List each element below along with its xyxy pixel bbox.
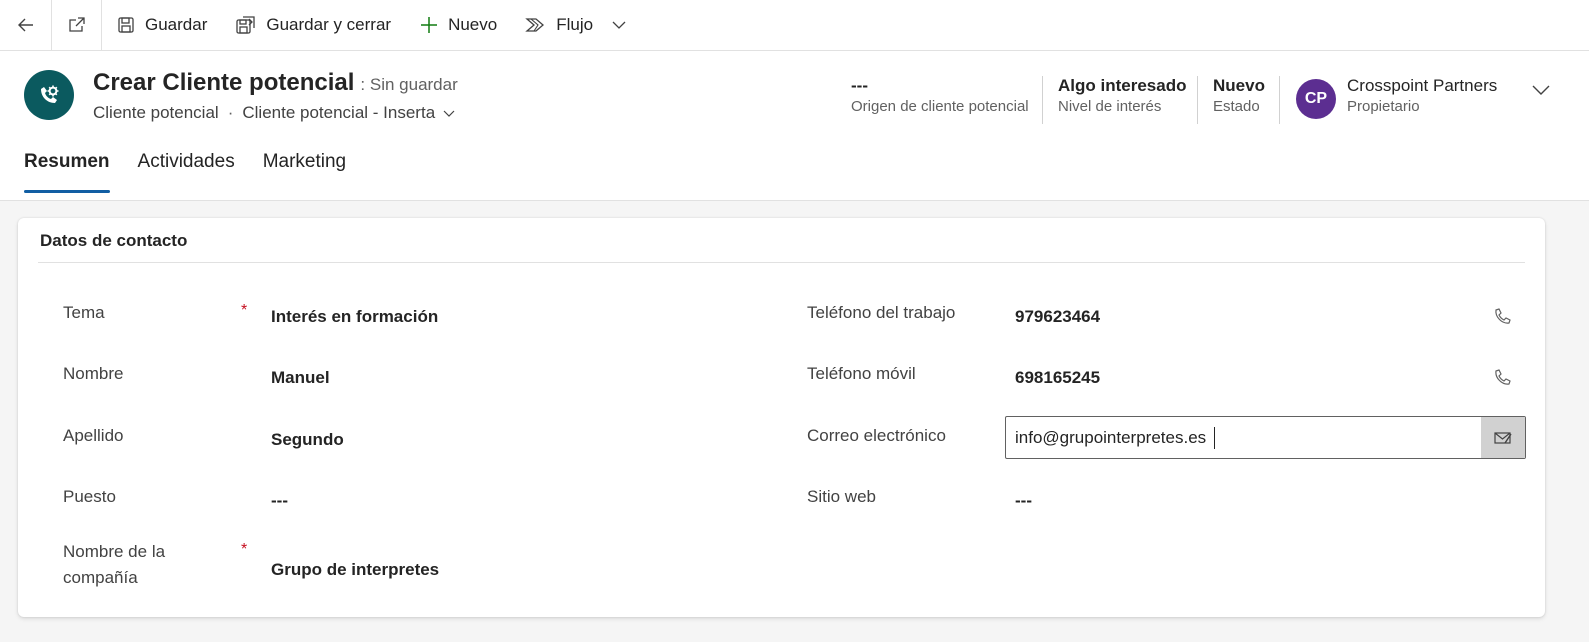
flow-icon	[525, 18, 545, 32]
title-row: Crear Cliente potencial : Sin guardar	[93, 69, 458, 97]
owner-label: Propietario	[1347, 98, 1420, 115]
send-email-button[interactable]	[1481, 417, 1525, 458]
interest-level-label: Nivel de interés	[1058, 98, 1162, 115]
status-label: Estado	[1213, 98, 1260, 115]
tab-marketing[interactable]: Marketing	[263, 151, 346, 193]
last-name-label: Apellido	[63, 426, 124, 445]
email-label: Correo electrónico	[807, 426, 946, 445]
new-label: Nuevo	[448, 15, 498, 34]
owner-link[interactable]: Crosspoint Partners	[1347, 75, 1497, 97]
save-and-close-label: Guardar y cerrar	[266, 15, 392, 34]
topic-label: Tema	[63, 303, 105, 322]
status-value: Nuevo	[1213, 76, 1265, 95]
text-caret	[1214, 427, 1215, 449]
save-status: : Sin guardar	[360, 75, 458, 94]
header-field-interest-level: Algo interesado Nivel de interés	[1058, 75, 1186, 115]
entity-subtitle: Cliente potencial · Cliente potencial - …	[93, 103, 456, 123]
header-field-lead-source: --- Origen de cliente potencial	[851, 75, 1029, 115]
first-name-label: Nombre	[63, 364, 124, 383]
header-field-owner: Crosspoint Partners Propietario	[1347, 75, 1497, 115]
arrow-left-icon	[17, 18, 33, 32]
entity-avatar	[24, 70, 74, 120]
chevron-down-icon[interactable]	[1530, 79, 1552, 101]
header-separator	[1279, 76, 1280, 124]
save-button[interactable]: Guardar	[102, 0, 221, 50]
header-field-status: Nuevo Estado	[1213, 75, 1265, 115]
business-phone-field[interactable]: 979623464	[1015, 307, 1100, 327]
command-bar: Guardar Guardar y cerrar Nuevo Flujo	[0, 0, 1589, 51]
flow-label: Flujo	[556, 15, 594, 34]
job-title-field[interactable]: ---	[271, 491, 288, 511]
divider	[38, 262, 1525, 263]
new-button[interactable]: Nuevo	[405, 0, 511, 50]
mobile-phone-field[interactable]: 698165245	[1015, 368, 1100, 388]
company-name-label-line1: Nombre de la	[63, 542, 166, 561]
entity-name: Cliente potencial	[93, 103, 219, 122]
phone-icon	[1495, 308, 1511, 324]
open-in-new-window-icon	[68, 17, 85, 32]
website-label: Sitio web	[807, 487, 876, 506]
save-and-close-button[interactable]: Guardar y cerrar	[221, 0, 405, 50]
page-title: Crear Cliente potencial	[93, 69, 355, 96]
email-field[interactable]	[1005, 416, 1526, 459]
mobile-phone-label: Teléfono móvil	[807, 364, 916, 383]
interest-level-value: Algo interesado	[1058, 76, 1187, 95]
call-mobile-phone-button[interactable]	[1490, 366, 1514, 390]
lead-source-value: ---	[851, 76, 868, 95]
website-field[interactable]: ---	[1015, 491, 1032, 511]
contact-details-section: Datos de contacto Tema * Interés en form…	[18, 218, 1545, 617]
form-name: Cliente potencial - Inserta	[242, 103, 436, 122]
form-selector[interactable]: Cliente potencial - Inserta	[242, 103, 456, 123]
save-label: Guardar	[145, 15, 208, 34]
tab-summary[interactable]: Resumen	[24, 151, 110, 193]
job-title-label: Puesto	[63, 487, 116, 506]
tab-activities[interactable]: Actividades	[138, 151, 235, 193]
section-title: Datos de contacto	[40, 231, 188, 250]
chevron-down-icon[interactable]	[611, 17, 627, 33]
first-name-field[interactable]: Manuel	[271, 368, 330, 388]
lead-source-label: Origen de cliente potencial	[851, 98, 1029, 115]
company-name-label-line2: compañía	[63, 568, 138, 587]
lead-icon	[41, 85, 59, 103]
flow-button[interactable]: Flujo	[511, 0, 641, 50]
back-button[interactable]	[0, 0, 51, 50]
save-icon	[118, 17, 134, 33]
owner-avatar: CP	[1296, 79, 1336, 119]
last-name-field[interactable]: Segundo	[271, 430, 344, 450]
plus-icon	[421, 17, 438, 33]
required-indicator: *	[241, 541, 248, 558]
save-and-close-icon	[236, 16, 256, 34]
chevron-down-icon	[443, 110, 455, 117]
subtitle-separator: ·	[227, 103, 234, 122]
topic-field[interactable]: Interés en formación	[271, 307, 438, 327]
call-business-phone-button[interactable]	[1490, 305, 1514, 329]
required-indicator: *	[241, 302, 248, 319]
email-input[interactable]	[1015, 417, 1475, 458]
header-separator	[1042, 76, 1043, 124]
form-header: Crear Cliente potencial : Sin guardar Cl…	[0, 51, 1589, 201]
tab-list: Resumen Actividades Marketing	[24, 151, 374, 193]
open-in-new-window-button[interactable]	[51, 0, 102, 50]
header-separator	[1197, 76, 1198, 124]
company-name-field[interactable]: Grupo de interpretes	[271, 560, 439, 580]
phone-icon	[1495, 369, 1511, 385]
company-name-label: Nombre de la compañía	[63, 539, 165, 591]
business-phone-label: Teléfono del trabajo	[807, 303, 956, 322]
send-email-icon	[1494, 431, 1512, 444]
